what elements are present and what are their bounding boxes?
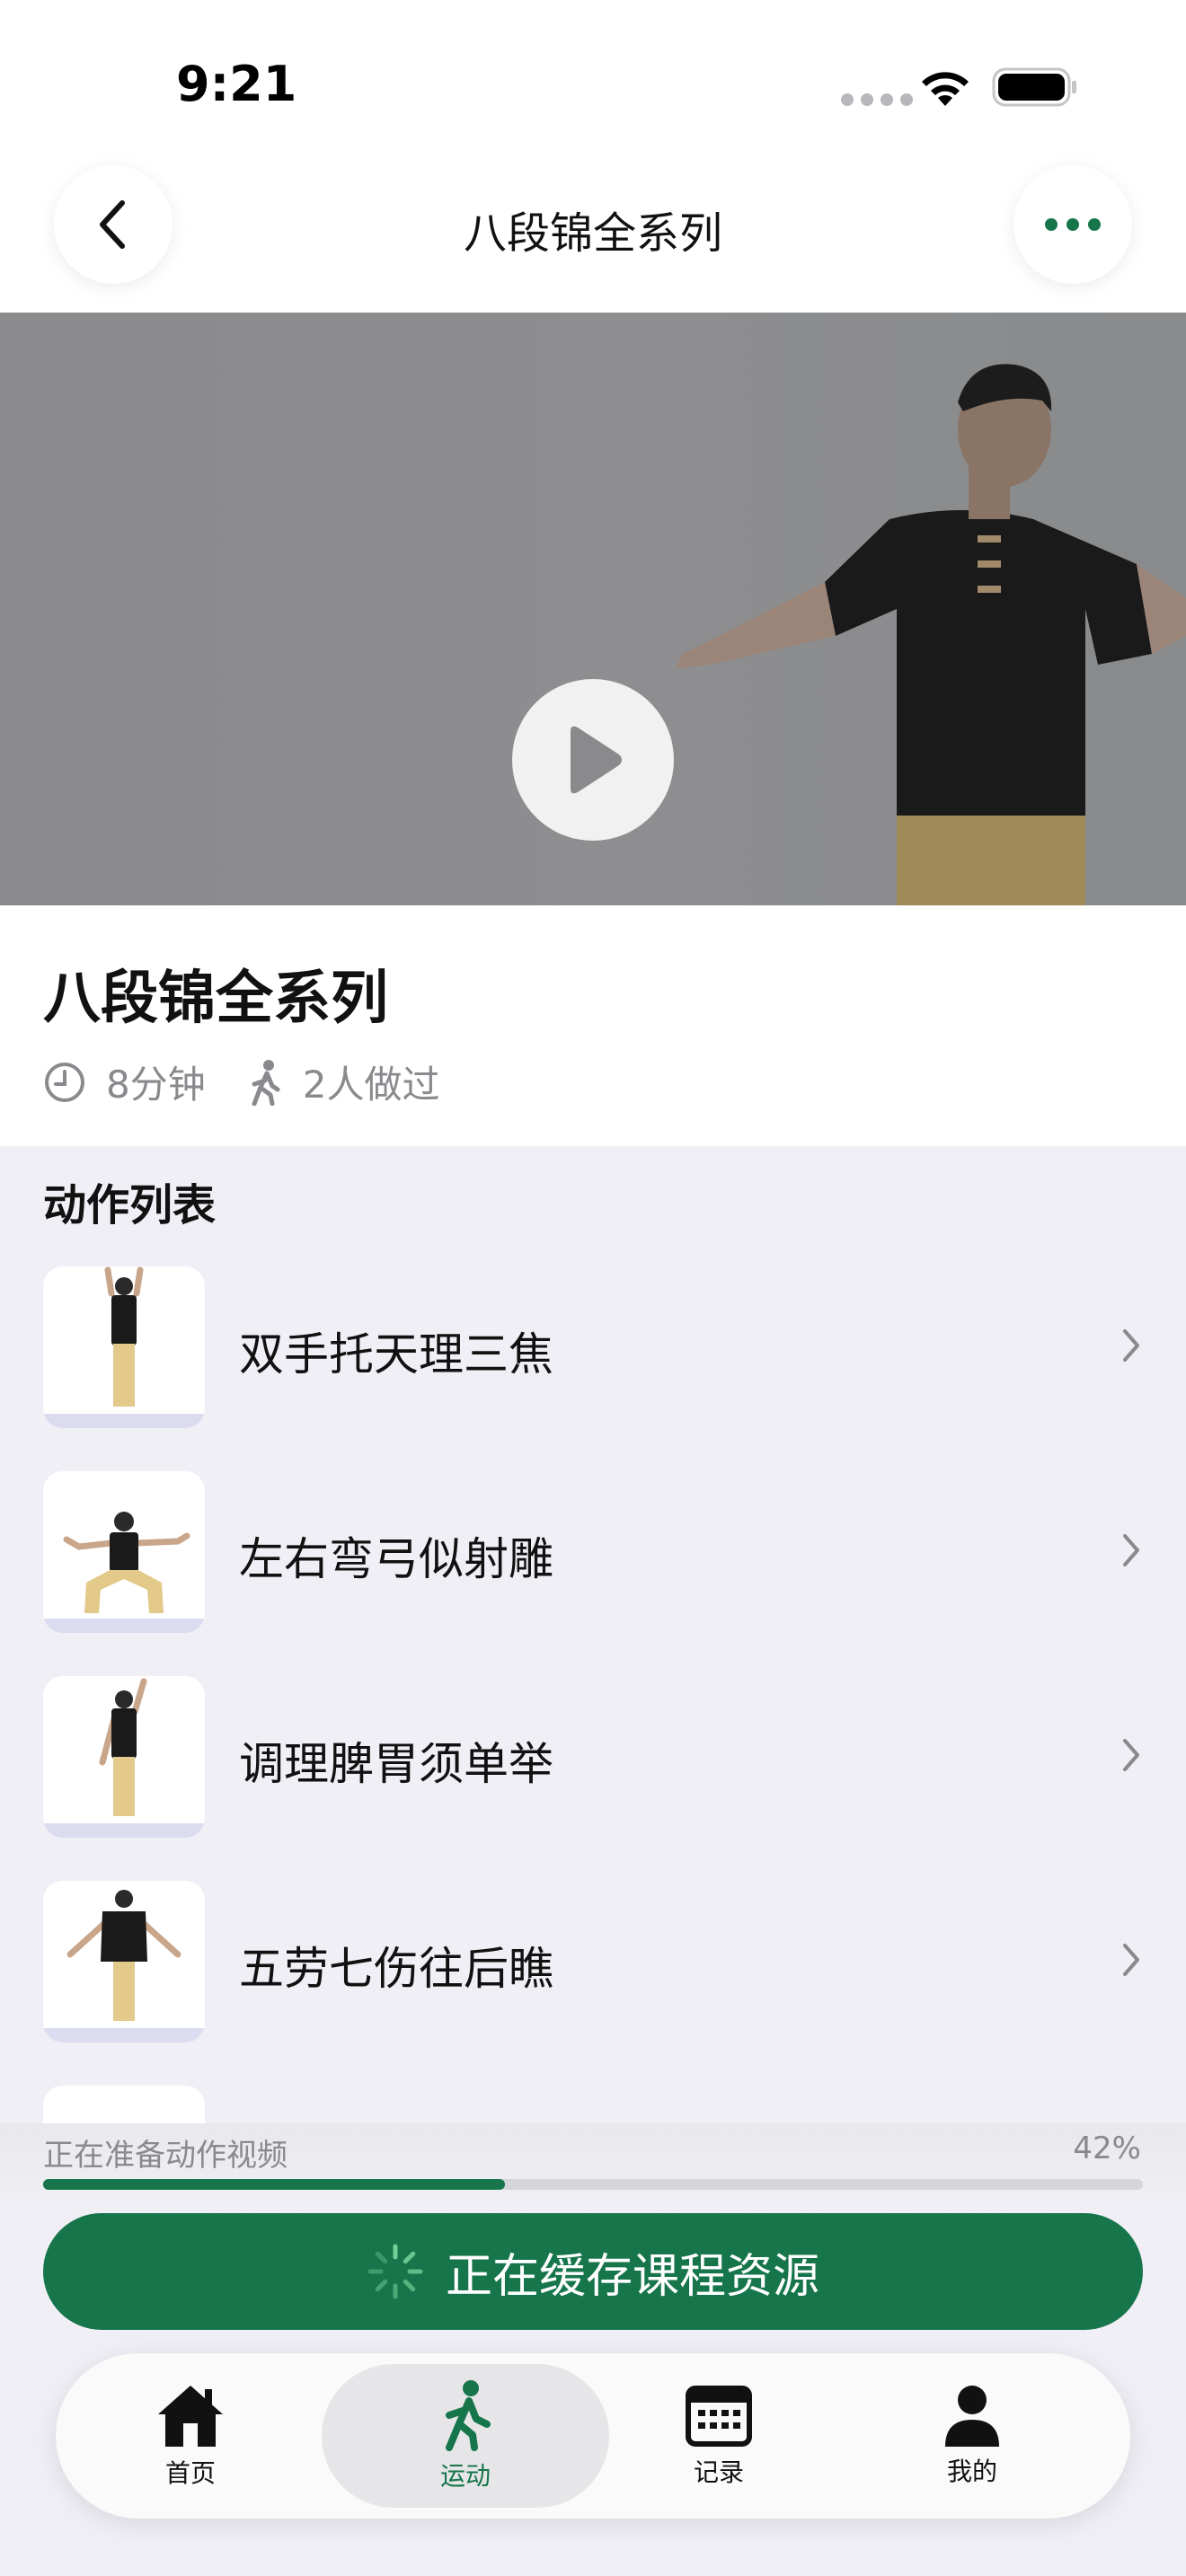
loading-spinner-icon <box>367 2244 423 2299</box>
course-meta: 8分钟 2人做过 <box>43 1054 481 1109</box>
person-icon <box>945 2386 999 2447</box>
list-item[interactable]: 五劳七伤往后瞧 <box>0 1879 1186 2084</box>
action-thumbnail <box>43 1676 205 1838</box>
progress-label: 正在准备动作视频 <box>43 2138 288 2174</box>
page-title: 八段锦全系列 <box>463 208 722 259</box>
action-label: 左右弯弓似射雕 <box>239 1533 553 1585</box>
chevron-right-icon <box>1123 1944 1139 1976</box>
participants-meta: 2人做过 <box>247 1054 440 1109</box>
progress-bar <box>43 2179 1143 2190</box>
walk-icon <box>252 1059 280 1106</box>
tab-bar: 首页 运动 记录 我的 <box>56 2353 1130 2519</box>
battery-icon <box>992 67 1076 107</box>
progress-fill <box>43 2179 506 2190</box>
tab-label: 首页 <box>164 2458 216 2488</box>
action-thumbnail <box>43 1881 205 2042</box>
duration-meta: 8分钟 <box>43 1054 206 1109</box>
tab-label: 记录 <box>693 2457 744 2487</box>
chevron-right-icon <box>1123 1534 1139 1566</box>
tab-exercise[interactable]: 运动 <box>331 2353 600 2519</box>
progress-percent: 42% <box>1073 2130 1141 2166</box>
play-button[interactable] <box>512 679 674 841</box>
participants-text: 2人做过 <box>302 1063 440 1107</box>
tab-records[interactable]: 记录 <box>584 2353 854 2519</box>
tab-profile[interactable]: 我的 <box>837 2353 1107 2519</box>
status-bar: 9:21 <box>0 0 1186 144</box>
action-thumbnail <box>43 1266 205 1428</box>
duration-text: 8分钟 <box>106 1063 206 1107</box>
list-item[interactable]: 调理脾胃须单举 <box>0 1674 1186 1879</box>
action-thumbnail <box>43 1471 205 1633</box>
tab-label: 运动 <box>439 2461 491 2491</box>
chevron-right-icon <box>1123 1739 1139 1771</box>
walk-icon <box>446 2380 491 2451</box>
signal-icon <box>841 93 913 106</box>
nav-header: 八段锦全系列 <box>0 144 1186 313</box>
cache-button-label: 正在缓存课程资源 <box>445 2249 819 2304</box>
status-time: 9:21 <box>176 56 297 112</box>
action-label: 双手托天理三焦 <box>239 1328 553 1381</box>
calendar-icon <box>686 2386 752 2447</box>
list-item[interactable]: 左右弯弓似射雕 <box>0 1469 1186 1674</box>
chevron-right-icon <box>1123 1329 1139 1362</box>
tab-home[interactable]: 首页 <box>56 2353 325 2519</box>
section-title: 动作列表 <box>43 1180 217 1231</box>
clock-icon <box>45 1062 84 1102</box>
wifi-icon <box>922 72 969 106</box>
more-button[interactable] <box>1013 165 1132 284</box>
action-label: 调理脾胃须单举 <box>239 1738 553 1790</box>
home-icon <box>158 2386 223 2447</box>
action-label: 五劳七伤往后瞧 <box>239 1943 553 1995</box>
screen: 9:21 八段锦全系列 八段锦全系列 8分钟 2人做过 动作列表 双手托天理三焦… <box>0 0 1186 2576</box>
video-player[interactable] <box>0 313 1186 905</box>
cache-resources-button[interactable]: 正在缓存课程资源 <box>43 2213 1143 2330</box>
course-title: 八段锦全系列 <box>43 966 388 1032</box>
play-icon <box>571 726 622 794</box>
course-info: 八段锦全系列 8分钟 2人做过 <box>0 905 1186 1146</box>
tab-label: 我的 <box>946 2457 997 2486</box>
more-icon <box>1045 218 1101 231</box>
list-item[interactable]: 双手托天理三焦 <box>0 1265 1186 1469</box>
